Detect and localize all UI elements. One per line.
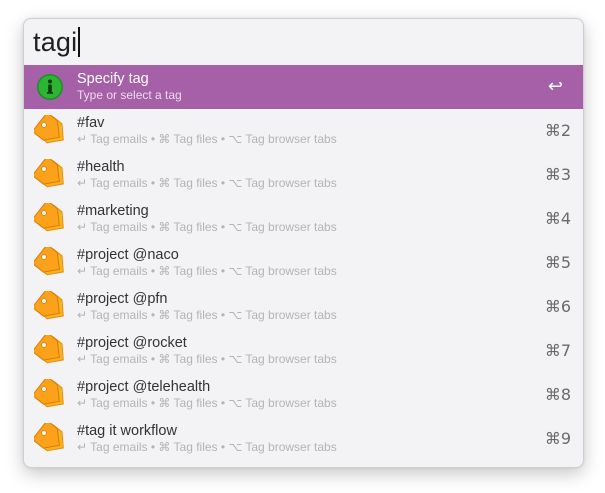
- result-subtitle: ↵ Tag emails • ⌘ Tag files • ⌥ Tag brows…: [77, 396, 337, 410]
- launcher-window: tagi Specify tag Type or select a tag ↩: [23, 18, 584, 468]
- result-row-3[interactable]: #marketing ↵ Tag emails • ⌘ Tag files • …: [24, 197, 583, 241]
- result-title: #project @naco: [77, 247, 179, 263]
- result-title: #project @telehealth: [77, 379, 211, 395]
- tag-icon: [34, 291, 64, 320]
- result-row-5[interactable]: #project @pfn ↵ Tag emails • ⌘ Tag files…: [24, 285, 583, 329]
- shortcut-hint: ⌘9: [544, 429, 571, 448]
- result-subtitle: ↵ Tag emails • ⌘ Tag files • ⌥ Tag brows…: [77, 176, 337, 190]
- result-title: #health: [77, 159, 125, 175]
- result-subtitle: ↵ Tag emails • ⌘ Tag files • ⌥ Tag brows…: [77, 132, 337, 146]
- tag-icon: [34, 203, 64, 232]
- shortcut-hint: ⌘4: [544, 209, 571, 228]
- shortcut-hint: ⌘8: [544, 385, 571, 404]
- result-title: #project @rocket: [77, 335, 187, 351]
- shortcut-hint: ⌘3: [544, 165, 571, 184]
- result-subtitle: Type or select a tag: [77, 88, 182, 102]
- result-subtitle: ↵ Tag emails • ⌘ Tag files • ⌥ Tag brows…: [77, 264, 337, 278]
- result-title: #tag it workflow: [77, 423, 177, 439]
- result-title: #project @pfn: [77, 291, 168, 307]
- result-subtitle: ↵ Tag emails • ⌘ Tag files • ⌥ Tag brows…: [77, 308, 337, 322]
- result-title: Specify tag: [77, 71, 149, 87]
- info-icon: [37, 74, 63, 100]
- results-list: Specify tag Type or select a tag ↩: [24, 65, 583, 109]
- tag-icon: [34, 335, 64, 364]
- result-row-4[interactable]: #project @naco ↵ Tag emails • ⌘ Tag file…: [24, 241, 583, 285]
- result-title: #marketing: [77, 203, 149, 219]
- result-subtitle: ↵ Tag emails • ⌘ Tag files • ⌥ Tag brows…: [77, 352, 337, 366]
- text-caret: [78, 26, 81, 57]
- result-subtitle: ↵ Tag emails • ⌘ Tag files • ⌥ Tag brows…: [77, 220, 337, 234]
- return-key-hint: ↩: [547, 76, 563, 97]
- tag-icon: [34, 423, 64, 452]
- shortcut-hint: ⌘2: [544, 121, 571, 140]
- shortcut-hint: ⌘5: [544, 253, 571, 272]
- result-row-8[interactable]: #tag it workflow ↵ Tag emails • ⌘ Tag fi…: [24, 417, 583, 461]
- tag-icon: [34, 159, 64, 188]
- result-row-7[interactable]: #project @telehealth ↵ Tag emails • ⌘ Ta…: [24, 373, 583, 417]
- search-bar[interactable]: tagi: [24, 19, 583, 65]
- tag-icon: [34, 247, 64, 276]
- shortcut-hint: ⌘6: [544, 297, 571, 316]
- search-input[interactable]: tagi: [33, 19, 81, 65]
- result-title: #fav: [77, 115, 105, 131]
- tag-icon: [34, 115, 64, 144]
- tag-icon: [34, 379, 64, 408]
- result-row-1[interactable]: #fav ↵ Tag emails • ⌘ Tag files • ⌥ Tag …: [24, 109, 583, 153]
- tag-results: #fav ↵ Tag emails • ⌘ Tag files • ⌥ Tag …: [24, 109, 583, 461]
- result-row-specify-tag[interactable]: Specify tag Type or select a tag ↩: [24, 65, 583, 109]
- result-row-2[interactable]: #health ↵ Tag emails • ⌘ Tag files • ⌥ T…: [24, 153, 583, 197]
- shortcut-hint: ⌘7: [544, 341, 571, 360]
- result-row-6[interactable]: #project @rocket ↵ Tag emails • ⌘ Tag fi…: [24, 329, 583, 373]
- result-subtitle: ↵ Tag emails • ⌘ Tag files • ⌥ Tag brows…: [77, 440, 337, 454]
